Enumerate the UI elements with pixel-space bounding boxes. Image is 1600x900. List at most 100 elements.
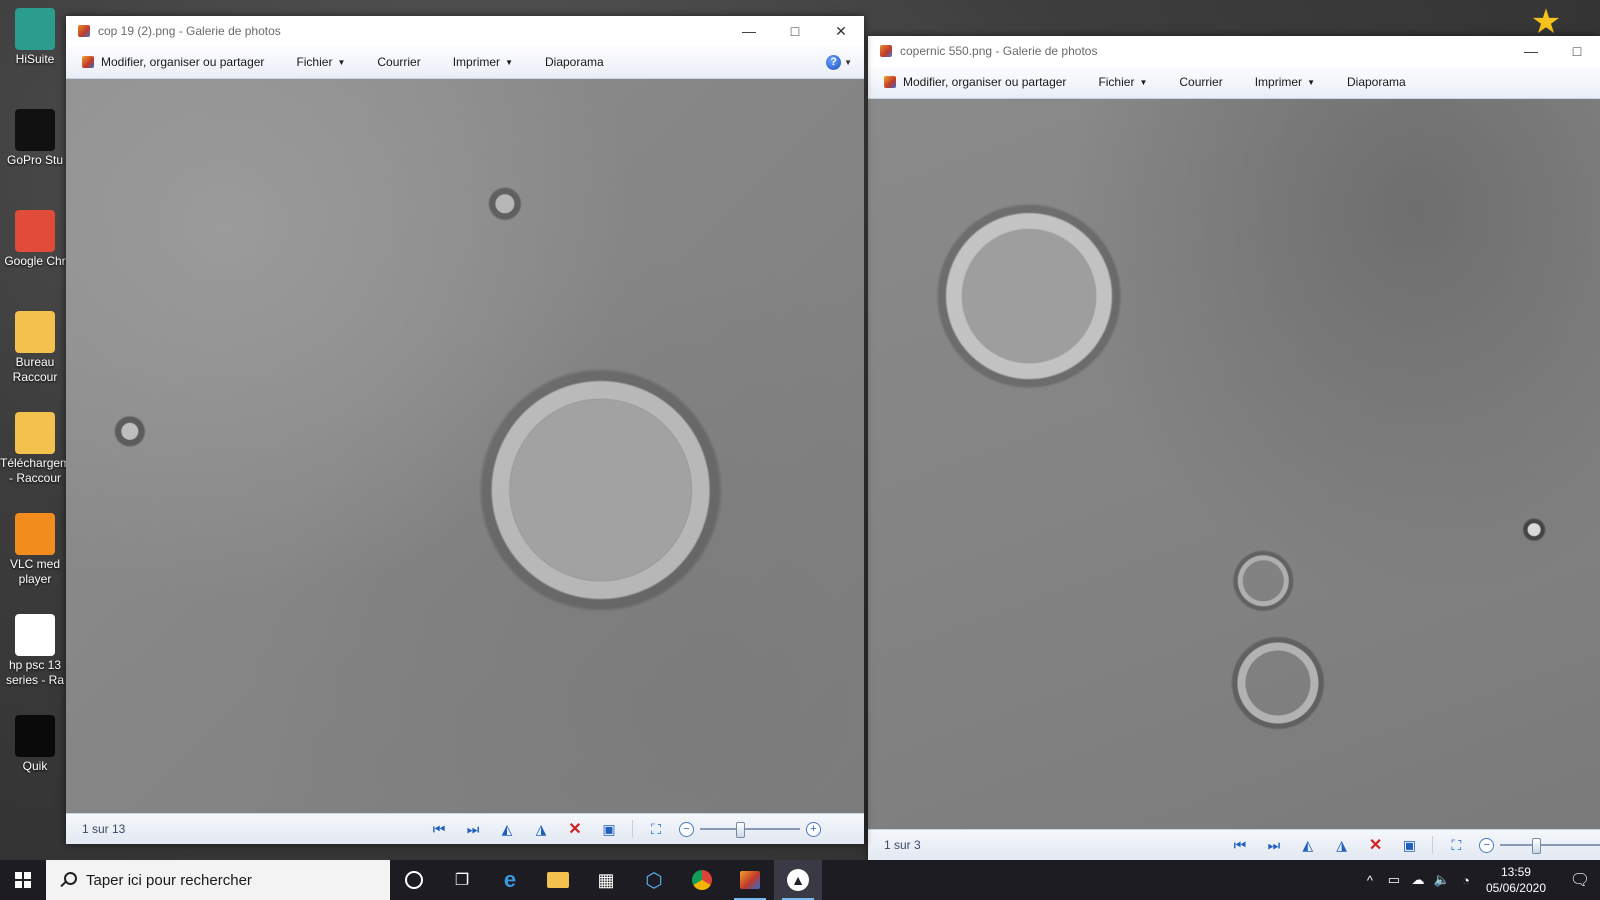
close-button[interactable]: ✕ xyxy=(818,16,864,46)
desktop-icon-label: Google Chr xyxy=(4,254,66,268)
delete-button[interactable]: ✕ xyxy=(558,814,592,844)
mail-label: Courrier xyxy=(377,55,421,69)
fit-to-window-button[interactable]: ⛶ xyxy=(1439,830,1473,860)
title-bar[interactable]: cop 19 (2).png - Galerie de photos — □ ✕ xyxy=(66,16,864,46)
zoom-out-button[interactable]: − xyxy=(1479,837,1495,853)
wifi-icon[interactable]: ◔ xyxy=(1454,873,1478,888)
desktop-icon[interactable]: hp psc 13 series - Ra xyxy=(0,614,70,688)
desktop-icon[interactable]: VLC med player xyxy=(0,513,70,587)
title-bar[interactable]: copernic 550.png - Galerie de photos — □ xyxy=(868,36,1600,66)
previous-button[interactable]: ⏮ xyxy=(1223,830,1257,860)
slideshow-play-button[interactable]: ▣ xyxy=(592,814,626,844)
file-label: Fichier xyxy=(296,55,333,69)
zoom-in-button[interactable]: + xyxy=(806,821,821,837)
desktop-icon[interactable]: Google Chr xyxy=(0,210,70,269)
taskbar-chrome[interactable] xyxy=(678,860,726,900)
desktop-icon[interactable]: Quik xyxy=(0,715,70,774)
taskbar-calculator[interactable]: ▦ xyxy=(582,860,630,900)
help-menu[interactable]: ? ▼ xyxy=(826,54,852,70)
slideshow-button[interactable]: Diaporama xyxy=(529,46,620,78)
photo-viewer-image[interactable] xyxy=(66,79,864,813)
taskbar-search-box[interactable]: Taper ici pour rechercher xyxy=(46,860,390,900)
folder-icon xyxy=(15,311,55,353)
fit-to-window-button[interactable]: ⛶ xyxy=(639,814,673,844)
start-button[interactable] xyxy=(0,860,46,900)
delete-button[interactable]: ✕ xyxy=(1359,830,1393,860)
zoom-slider[interactable] xyxy=(1500,838,1600,854)
chevron-down-icon: ▼ xyxy=(844,57,852,67)
mail-button[interactable]: Courrier xyxy=(361,46,436,78)
download-folder-icon xyxy=(15,412,55,454)
taskbar-photo-gallery[interactable] xyxy=(726,860,774,900)
desktop-icon[interactable]: HiSuite xyxy=(0,8,70,67)
photo-gallery-window-1[interactable]: cop 19 (2).png - Galerie de photos — □ ✕… xyxy=(66,16,864,844)
slideshow-play-button[interactable]: ▣ xyxy=(1393,830,1427,860)
notification-center-icon[interactable]: 🗨 xyxy=(1560,860,1600,900)
chevron-down-icon: ▼ xyxy=(505,57,513,67)
file-menu[interactable]: Fichier ▼ xyxy=(1082,66,1163,98)
slideshow-button[interactable]: Diaporama xyxy=(1331,66,1422,98)
battery-icon[interactable]: ▭ xyxy=(1382,872,1406,888)
photo-counter: 1 sur 3 xyxy=(884,838,921,852)
next-button[interactable]: ⏭ xyxy=(456,814,490,844)
taskbar-3d-app[interactable]: ⬡ xyxy=(630,860,678,900)
taskbar-file-explorer[interactable] xyxy=(534,860,582,900)
maximize-button[interactable]: □ xyxy=(772,16,818,46)
vlc-icon xyxy=(15,513,55,555)
desktop-icon-label: GoPro Stu xyxy=(6,153,64,167)
desktop-icon[interactable]: GoPro Stu xyxy=(0,109,70,168)
document-icon xyxy=(15,614,55,656)
zoom-slider-thumb[interactable] xyxy=(736,822,745,838)
quik-icon xyxy=(15,715,55,757)
calculator-icon: ▦ xyxy=(597,869,615,890)
window-title: copernic 550.png - Galerie de photos xyxy=(900,44,1098,58)
zoom-slider[interactable] xyxy=(700,822,800,838)
organize-menu[interactable]: Modifier, organiser ou partager xyxy=(868,66,1082,98)
zoom-slider-thumb[interactable] xyxy=(1532,838,1542,854)
rotate-right-button[interactable]: ◮ xyxy=(1325,830,1359,860)
chevron-down-icon: ▼ xyxy=(1139,77,1148,87)
zoom-slider-track xyxy=(700,828,800,830)
desktop-icon[interactable]: Téléchargem - Raccour xyxy=(0,412,70,486)
volume-icon[interactable]: 🔈 xyxy=(1430,872,1454,888)
rotate-left-button[interactable]: ◭ xyxy=(490,814,524,844)
onedrive-cloud-icon[interactable]: ☁ xyxy=(1406,872,1430,888)
star-icon[interactable]: ★ xyxy=(1528,4,1564,40)
file-label: Fichier xyxy=(1098,75,1135,89)
organize-icon xyxy=(884,76,896,88)
print-menu[interactable]: Imprimer ▼ xyxy=(1239,66,1331,98)
zoom-out-button[interactable]: − xyxy=(679,821,694,837)
photo-viewer-image[interactable] xyxy=(868,99,1600,829)
file-menu[interactable]: Fichier ▼ xyxy=(280,46,361,78)
rotate-left-button[interactable]: ◭ xyxy=(1291,830,1325,860)
photo-gallery-window-2[interactable]: copernic 550.png - Galerie de photos — □… xyxy=(868,36,1600,860)
time: 13:59 xyxy=(1500,865,1531,879)
mail-button[interactable]: Courrier xyxy=(1163,66,1238,98)
taskbar-edge[interactable]: e xyxy=(486,860,534,900)
windows-logo-icon xyxy=(15,872,31,888)
cortana-circle-icon xyxy=(405,871,423,889)
taskbar-photos[interactable]: ▲ xyxy=(774,860,822,900)
minimize-button[interactable]: — xyxy=(1508,36,1554,66)
next-button[interactable]: ⏭ xyxy=(1257,830,1291,860)
minimize-button[interactable]: — xyxy=(726,16,772,46)
photo-gallery-icon xyxy=(740,871,760,889)
rotate-right-button[interactable]: ◮ xyxy=(524,814,558,844)
organize-menu[interactable]: Modifier, organiser ou partager xyxy=(66,46,280,78)
show-hidden-icons-chevron-icon[interactable]: ^ xyxy=(1358,873,1382,888)
photo-gallery-app-icon xyxy=(880,45,892,57)
clock[interactable]: 13:59 05/06/2020 xyxy=(1486,864,1546,896)
maximize-button[interactable]: □ xyxy=(1554,36,1600,66)
task-view-button[interactable]: ❐ xyxy=(438,860,486,900)
previous-button[interactable]: ⏮ xyxy=(422,814,456,844)
slideshow-label: Diaporama xyxy=(1346,75,1406,89)
search-icon xyxy=(60,872,77,888)
status-bar: 1 sur 13 ⏮ ⏭ ◭ ◮ ✕ ▣ ⛶ − + xyxy=(66,813,864,844)
gopro-studio-icon xyxy=(15,109,55,151)
organize-icon xyxy=(82,56,94,68)
desktop-icon-label: HiSuite xyxy=(15,52,55,66)
cortana-button[interactable] xyxy=(390,860,438,900)
desktop-icon[interactable]: Bureau Raccour xyxy=(0,311,70,385)
print-menu[interactable]: Imprimer ▼ xyxy=(437,46,529,78)
status-bar: 1 sur 3 ⏮ ⏭ ◭ ◮ ✕ ▣ ⛶ − xyxy=(868,829,1600,860)
